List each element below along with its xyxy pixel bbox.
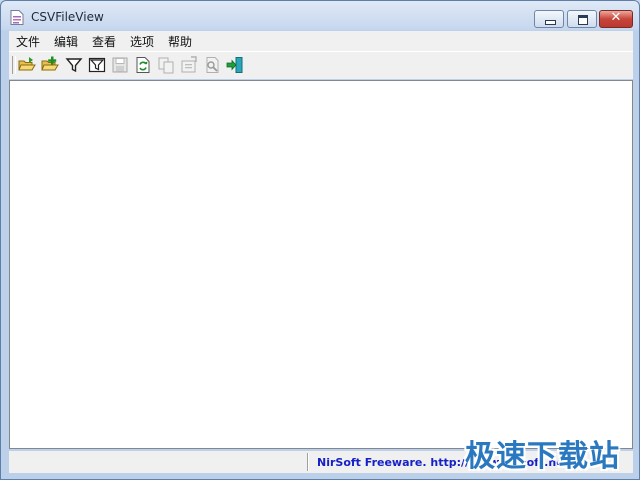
status-divider <box>307 453 308 471</box>
filter-button[interactable] <box>65 56 83 74</box>
refresh-button[interactable] <box>134 56 152 74</box>
menu-help[interactable]: 帮助 <box>168 33 192 50</box>
menu-view[interactable]: 查看 <box>92 33 116 50</box>
close-button[interactable]: ✕ <box>599 10 633 28</box>
properties-button[interactable] <box>180 56 198 74</box>
maximize-icon <box>578 15 588 25</box>
menu-options[interactable]: 选项 <box>130 33 154 50</box>
copy-icon <box>158 57 174 74</box>
menu-bar: 文件 编辑 查看 选项 帮助 <box>9 31 633 51</box>
find-button[interactable] <box>203 56 221 74</box>
minimize-icon <box>545 20 556 25</box>
filter-icon <box>65 58 83 73</box>
save-icon <box>112 57 128 73</box>
window-title: CSVFileView <box>31 10 104 24</box>
close-icon: ✕ <box>610 10 622 25</box>
filter-clear-icon <box>88 57 106 73</box>
csv-file-icon <box>10 10 24 25</box>
menu-file[interactable]: 文件 <box>16 33 40 50</box>
open-add-button[interactable] <box>41 56 59 74</box>
save-button[interactable] <box>111 56 129 74</box>
minimize-button[interactable] <box>534 10 564 28</box>
open-folder-icon <box>18 57 36 71</box>
toolbar <box>9 51 633 79</box>
exit-icon <box>226 57 243 73</box>
copy-button[interactable] <box>157 56 175 74</box>
properties-icon <box>181 56 197 73</box>
maximize-button[interactable] <box>567 10 597 28</box>
title-bar[interactable]: CSVFileView ✕ <box>1 1 639 31</box>
open-folder-plus-icon <box>41 56 59 71</box>
find-icon <box>206 57 219 73</box>
refresh-icon <box>136 57 150 73</box>
filter-clear-button[interactable] <box>88 56 106 74</box>
exit-button[interactable] <box>226 56 244 74</box>
menu-edit[interactable]: 编辑 <box>54 33 78 50</box>
toolbar-grip[interactable] <box>12 56 16 74</box>
csv-list-view[interactable] <box>9 80 633 449</box>
app-window: CSVFileView ✕ 文件 编辑 查看 选项 帮助 NirSoft Fre… <box>0 0 640 480</box>
open-button[interactable] <box>18 56 36 74</box>
watermark-logo: 极速下载站 <box>465 439 620 474</box>
